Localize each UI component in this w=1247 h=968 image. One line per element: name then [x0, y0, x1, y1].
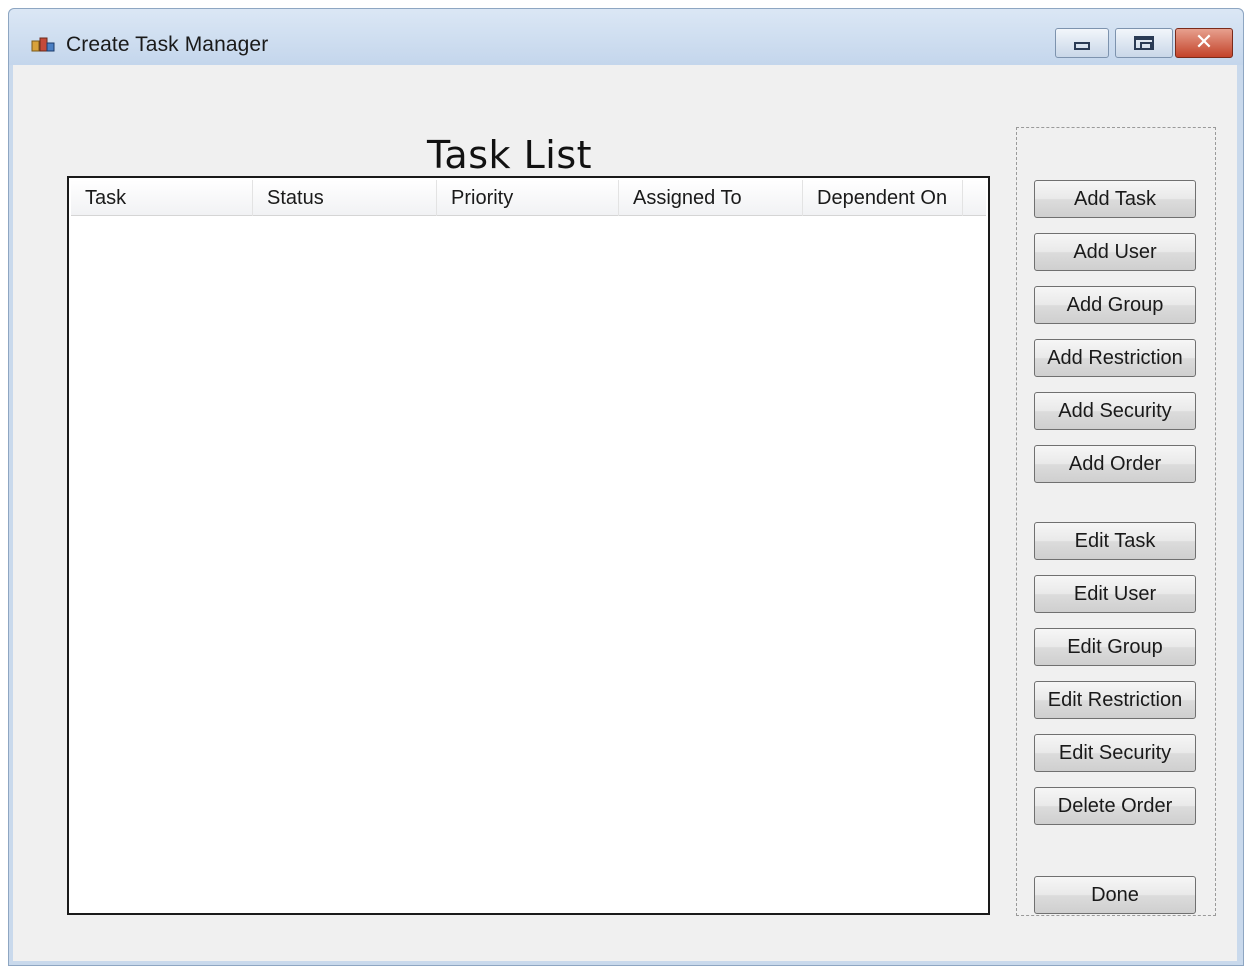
column-header-status[interactable]: Status [253, 180, 437, 216]
column-header-priority[interactable]: Priority [437, 180, 619, 216]
edit-task-button[interactable]: Edit Task [1034, 522, 1196, 560]
column-header-dependent-on[interactable]: Dependent On [803, 180, 963, 216]
maximize-button[interactable] [1115, 28, 1173, 58]
edit-security-button[interactable]: Edit Security [1034, 734, 1196, 772]
add-security-button[interactable]: Add Security [1034, 392, 1196, 430]
minimize-icon [1074, 42, 1090, 50]
app-icon [31, 37, 55, 52]
window-title: Create Task Manager [66, 33, 269, 56]
title-bar[interactable]: Create Task Manager ✕ [9, 9, 1243, 65]
minimize-button[interactable] [1055, 28, 1109, 58]
maximize-icon [1134, 36, 1154, 50]
add-user-button[interactable]: Add User [1034, 233, 1196, 271]
list-header: Task Status Priority Assigned To Depende… [71, 180, 986, 216]
close-icon: ✕ [1194, 30, 1214, 55]
column-header-task[interactable]: Task [71, 180, 253, 216]
add-restriction-button[interactable]: Add Restriction [1034, 339, 1196, 377]
edit-group-button[interactable]: Edit Group [1034, 628, 1196, 666]
done-button[interactable]: Done [1034, 876, 1196, 914]
page-title: Task List [427, 133, 593, 177]
edit-user-button[interactable]: Edit User [1034, 575, 1196, 613]
app-window: Create Task Manager ✕ Task List Task Sta… [8, 8, 1244, 966]
add-group-button[interactable]: Add Group [1034, 286, 1196, 324]
delete-order-button[interactable]: Delete Order [1034, 787, 1196, 825]
add-order-button[interactable]: Add Order [1034, 445, 1196, 483]
column-header-assigned-to[interactable]: Assigned To [619, 180, 803, 216]
close-button[interactable]: ✕ [1175, 28, 1233, 58]
add-task-button[interactable]: Add Task [1034, 180, 1196, 218]
edit-restriction-button[interactable]: Edit Restriction [1034, 681, 1196, 719]
button-panel: Add Task Add User Add Group Add Restrict… [1016, 127, 1216, 916]
task-list-view[interactable]: Task Status Priority Assigned To Depende… [67, 176, 990, 915]
form-client-area: Task List Task Status Priority Assigned … [13, 65, 1237, 961]
